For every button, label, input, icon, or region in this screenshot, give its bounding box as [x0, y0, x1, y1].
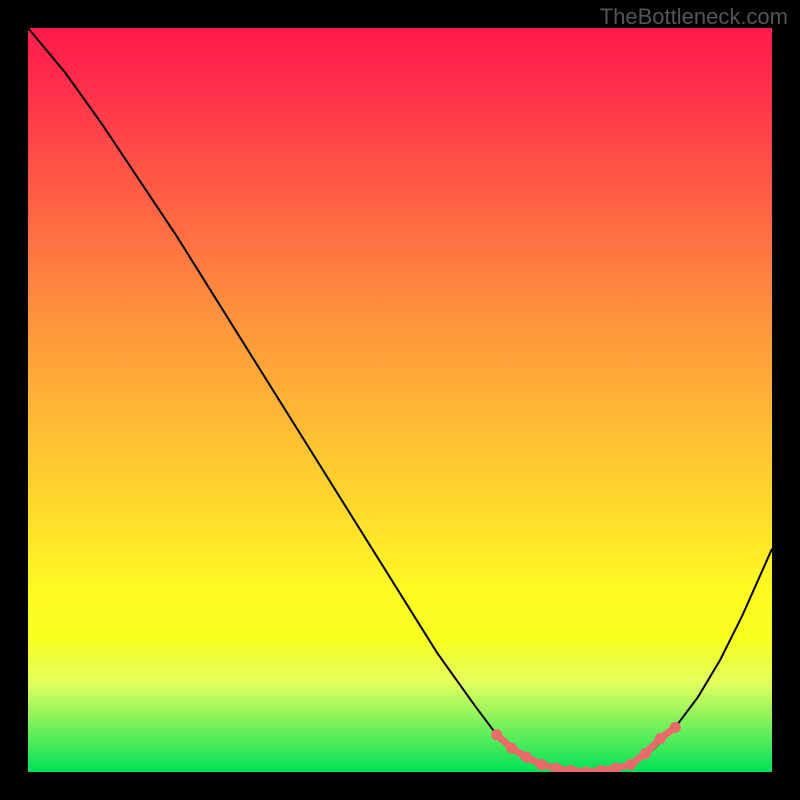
optimal-marker-dot	[655, 733, 666, 744]
optimal-marker-dot	[640, 748, 651, 759]
optimal-marker-dot	[595, 765, 606, 772]
optimal-marker-dot	[506, 743, 517, 754]
optimal-marker-dot	[581, 767, 592, 773]
watermark-text: TheBottleneck.com	[600, 4, 788, 30]
bottleneck-curve-line	[28, 28, 772, 772]
optimal-range-markers	[491, 722, 681, 772]
optimal-marker-dot	[566, 765, 577, 772]
optimal-marker-dot	[521, 752, 532, 763]
chart-plot-area	[28, 28, 772, 772]
optimal-marker-dot	[491, 729, 502, 740]
optimal-marker-dot	[670, 722, 681, 733]
optimal-marker-dot	[536, 759, 547, 770]
chart-svg	[28, 28, 772, 772]
optimal-marker-dot	[625, 759, 636, 770]
